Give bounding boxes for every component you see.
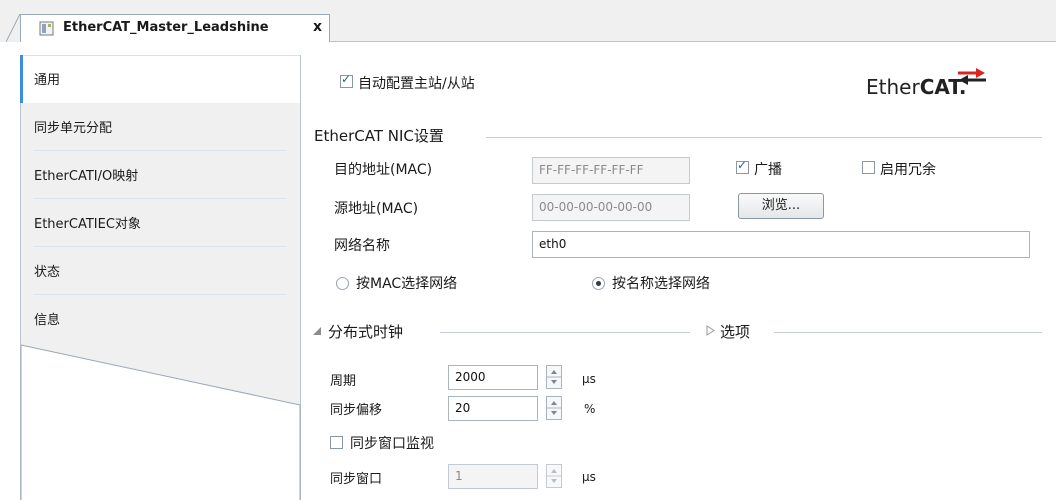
offset-unit: % [584, 402, 596, 416]
cycle-input[interactable]: 2000 [448, 365, 538, 390]
sidebar-item-io-mapping[interactable]: EtherCATI/O映射 [20, 151, 300, 199]
sync-window-monitor-label: 同步窗口监视 [350, 436, 434, 452]
logo-text: Ether [866, 75, 920, 99]
tab-ethercat-master[interactable]: EtherCAT_Master_Leadshine x [20, 14, 330, 42]
collapse-triangle-icon[interactable] [312, 326, 322, 336]
sidebar-item-iec-objects[interactable]: EtherCATIEC对象 [20, 199, 300, 247]
device-icon [39, 21, 54, 36]
sidebar-item-label: 通用 [34, 73, 61, 88]
section-divider [486, 137, 1042, 138]
network-name-input[interactable]: eth0 [532, 231, 1030, 258]
section-divider [774, 332, 1042, 333]
sidebar-item-label: 状态 [34, 265, 61, 280]
network-name-label: 网络名称 [334, 238, 390, 254]
sidebar-item-info[interactable]: 信息 [20, 295, 300, 343]
offset-input[interactable]: 20 [448, 396, 538, 421]
cycle-unit: μs [582, 372, 596, 386]
dest-mac-label: 目的地址(MAC) [334, 162, 433, 178]
sync-window-spinner[interactable] [546, 464, 562, 488]
redundancy-checkbox[interactable] [862, 161, 875, 174]
select-by-name-radio[interactable] [592, 277, 605, 290]
broadcast-checkbox[interactable] [736, 158, 749, 174]
broadcast-label: 广播 [754, 162, 782, 178]
auto-config-checkbox[interactable] [340, 72, 353, 88]
src-mac-field[interactable]: 00-00-00-00-00-00 [532, 194, 690, 221]
ethercat-logo: EtherCAT. [866, 68, 986, 99]
active-indicator [20, 55, 23, 103]
sync-window-label: 同步窗口 [330, 472, 383, 487]
sync-window-unit: μs [582, 470, 596, 484]
dest-mac-field[interactable]: FF-FF-FF-FF-FF-FF [532, 157, 690, 184]
sidebar-item-general[interactable]: 通用 [20, 55, 300, 103]
sidebar-nav: 通用 同步单元分配 EtherCATI/O映射 EtherCATIEC对象 状态… [20, 55, 301, 500]
select-by-name-label: 按名称选择网络 [612, 276, 710, 292]
src-mac-label: 源地址(MAC) [334, 201, 419, 217]
sidebar-item-sync-unit[interactable]: 同步单元分配 [20, 103, 300, 151]
sidebar-item-label: EtherCATI/O映射 [34, 169, 139, 184]
sidebar-item-status[interactable]: 状态 [20, 247, 300, 295]
select-by-mac-label: 按MAC选择网络 [356, 276, 458, 292]
tab-title: EtherCAT_Master_Leadshine [63, 20, 269, 35]
cycle-label: 周期 [330, 374, 357, 389]
cycle-spinner[interactable] [546, 365, 562, 389]
redundancy-label: 启用冗余 [880, 162, 936, 178]
select-by-mac-radio[interactable] [336, 277, 349, 290]
tab-close-button[interactable]: x [313, 19, 322, 35]
sync-window-monitor-checkbox[interactable] [330, 436, 343, 449]
sidebar-item-label: 同步单元分配 [34, 121, 113, 136]
section-divider [440, 332, 690, 333]
sync-window-input[interactable]: 1 [448, 464, 538, 489]
browse-button[interactable]: 浏览... [738, 193, 824, 219]
settings-panel: 自动配置主站/从站 EtherCAT. EtherCAT NIC设置 目的地址(… [300, 42, 1056, 500]
dc-section-title: 分布式时钟 [328, 323, 404, 341]
editor-tab-strip: EtherCAT_Master_Leadshine x [0, 0, 1056, 42]
sidebar-item-label: EtherCATIEC对象 [34, 217, 141, 232]
logo-arrows-icon [958, 68, 986, 85]
auto-config-label: 自动配置主站/从站 [358, 76, 475, 92]
options-section-title: 选项 [720, 323, 751, 341]
offset-label: 同步偏移 [330, 403, 383, 418]
expand-triangle-icon[interactable] [706, 325, 715, 336]
nic-section-title: EtherCAT NIC设置 [314, 127, 444, 145]
sidebar-item-label: 信息 [34, 313, 61, 328]
offset-spinner[interactable] [546, 396, 562, 420]
